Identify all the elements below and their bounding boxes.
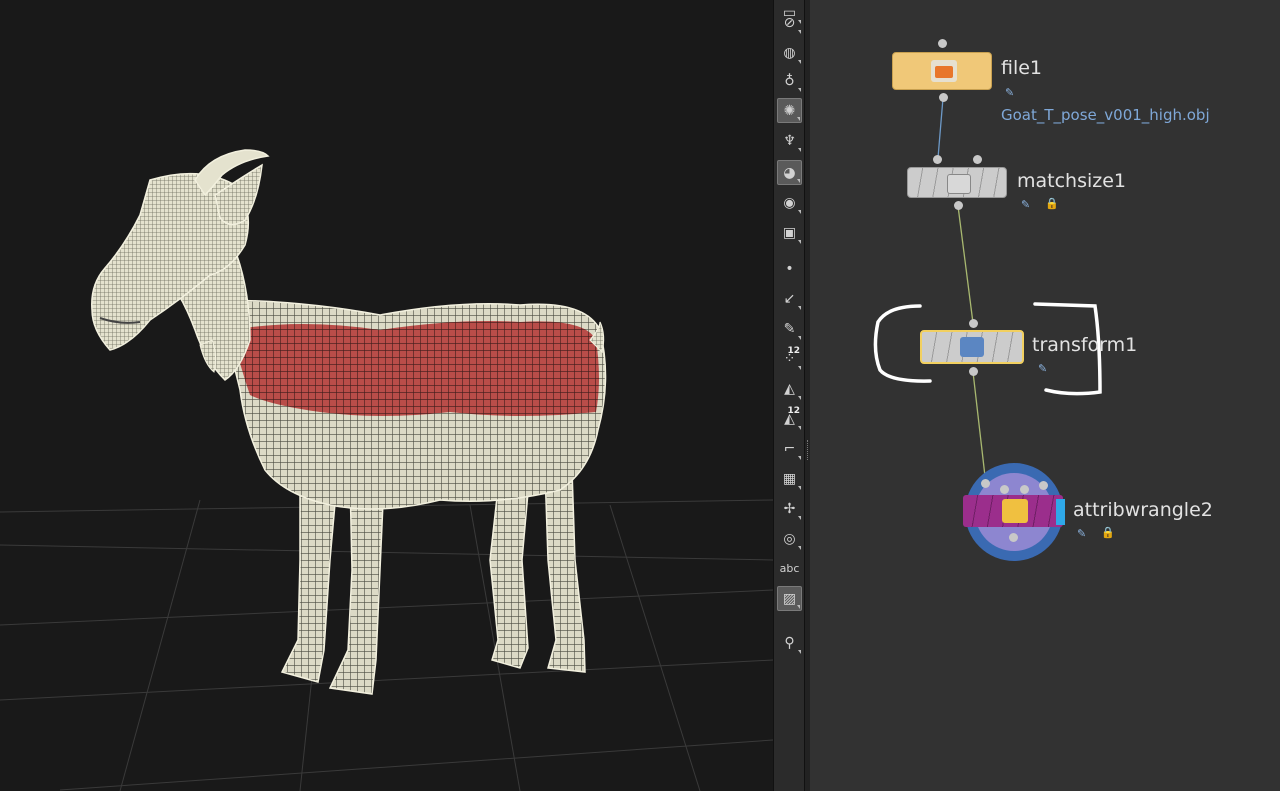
dropdown-indicator — [797, 179, 800, 183]
paperclip-icon: ✎ — [1021, 198, 1031, 211]
dropdown-indicator — [798, 366, 801, 370]
camera-eye-icon[interactable]: ▣ — [777, 220, 802, 245]
text-abc-icon[interactable]: abc — [777, 556, 802, 581]
wrangle-icon — [1002, 499, 1028, 523]
file1-output-port[interactable] — [939, 93, 948, 102]
dropdown-indicator — [798, 336, 801, 340]
attribwrangle2-input-port-1[interactable] — [1000, 485, 1009, 494]
globe-icon[interactable]: ◍ — [777, 40, 802, 65]
dropdown-indicator — [798, 486, 801, 490]
transform1-input-port[interactable] — [969, 319, 978, 328]
primitive-numbers-icon[interactable]: ◭ 12 — [777, 406, 802, 431]
dropdown-indicator — [798, 426, 801, 430]
transform1-node[interactable] — [920, 330, 1024, 364]
paperclip-icon: ✎ — [1038, 362, 1048, 375]
eye-icon[interactable]: ◉ — [777, 190, 802, 215]
network-editor[interactable]: file1 ✎ Goat_T_pose_v001_high.obj matchs… — [810, 0, 1280, 791]
attribwrangle2-output-port[interactable] — [1009, 533, 1018, 542]
tool-badge: 12 — [787, 346, 800, 356]
dropdown-indicator — [798, 306, 801, 310]
matchsize1-node[interactable] — [907, 167, 1007, 198]
tool-badge: 12 — [787, 406, 800, 416]
3d-viewport[interactable] — [0, 0, 773, 791]
dropdown-indicator — [798, 60, 801, 64]
curve-icon[interactable]: ⌐ — [777, 436, 802, 461]
attribwrangle2-node[interactable] — [963, 463, 1065, 561]
sphere-shading-icon[interactable]: ◕ — [777, 160, 802, 185]
matchsize1-input-port-b[interactable] — [973, 155, 982, 164]
pin-icon[interactable]: ⚲ — [777, 630, 802, 655]
wire-file1-matchsize1 — [937, 97, 944, 159]
matchsize1-label[interactable]: matchsize1 — [1017, 170, 1126, 192]
wire-matchsize1-transform1 — [957, 205, 974, 324]
dropdown-indicator — [798, 546, 801, 550]
dropdown-indicator — [798, 240, 801, 244]
file1-node[interactable] — [892, 52, 992, 90]
brush-icon[interactable]: ✎ — [777, 316, 802, 341]
matchsize-icon — [947, 174, 971, 194]
point-icon[interactable]: • — [777, 256, 802, 281]
dropdown-indicator — [798, 650, 801, 654]
dropdown-indicator — [798, 210, 801, 214]
transform-icon — [960, 337, 984, 357]
dropdown-indicator — [798, 456, 801, 460]
lock-icon: 🔒 — [1045, 197, 1059, 210]
no-icon[interactable]: ⊘ — [777, 10, 802, 35]
light-bulb-active-icon[interactable]: ✺ — [777, 98, 802, 123]
file1-input-port[interactable] — [938, 39, 947, 48]
normal-icon[interactable]: ↙ — [777, 286, 802, 311]
ground-grid — [0, 499, 773, 791]
dropdown-indicator — [798, 396, 801, 400]
dropdown-indicator — [798, 148, 801, 152]
file1-path: Goat_T_pose_v001_high.obj — [1001, 106, 1210, 124]
attribwrangle2-input-port-0[interactable] — [981, 479, 990, 488]
attribwrangle2-label[interactable]: attribwrangle2 — [1073, 499, 1213, 521]
dropdown-indicator — [797, 117, 800, 121]
file1-label[interactable]: file1 — [1001, 57, 1042, 79]
snap-grid-icon[interactable]: ▦ — [777, 466, 802, 491]
circle-menu-icon[interactable]: ◎ — [777, 526, 802, 551]
wire-transform1-attribwrangle2 — [972, 371, 987, 486]
background-image-icon[interactable]: ▨ — [777, 586, 802, 611]
paperclip-icon: ✎ — [1077, 527, 1087, 540]
attribwrangle2-input-port-2[interactable] — [1020, 485, 1029, 494]
light-bulb-icon[interactable]: ♁ — [777, 68, 802, 93]
viewport-canvas[interactable] — [0, 0, 773, 791]
point-numbers-icon[interactable]: ⁘ 12 — [777, 346, 802, 371]
lock-icon: 🔒 — [1101, 526, 1115, 539]
dropdown-indicator — [797, 605, 800, 609]
dropdown-indicator — [798, 516, 801, 520]
transform1-output-port[interactable] — [969, 367, 978, 376]
matchsize1-output-port[interactable] — [954, 201, 963, 210]
viewport-toolbar: ▭ ⊘ ◍ ♁ ✺ ♆ ◕ ◉ ▣ • ↙ ✎ ⁘ 12 ◭ ◭ 12 ⌐ ▦ ✢ ◎ abc ▨ ⚲ — [773, 0, 806, 791]
matchsize1-input-port-a[interactable] — [933, 155, 942, 164]
dropdown-indicator — [798, 88, 801, 92]
light-stand-icon[interactable]: ♆ — [777, 128, 802, 153]
folder-icon — [931, 60, 957, 82]
handle-icon[interactable]: ✢ — [777, 496, 802, 521]
transform1-label[interactable]: transform1 — [1032, 334, 1137, 356]
attribwrangle2-input-port-3[interactable] — [1039, 481, 1048, 490]
primitive-icon[interactable]: ◭ — [777, 376, 802, 401]
paperclip-icon: ✎ — [1005, 86, 1015, 99]
dropdown-indicator — [798, 30, 801, 34]
